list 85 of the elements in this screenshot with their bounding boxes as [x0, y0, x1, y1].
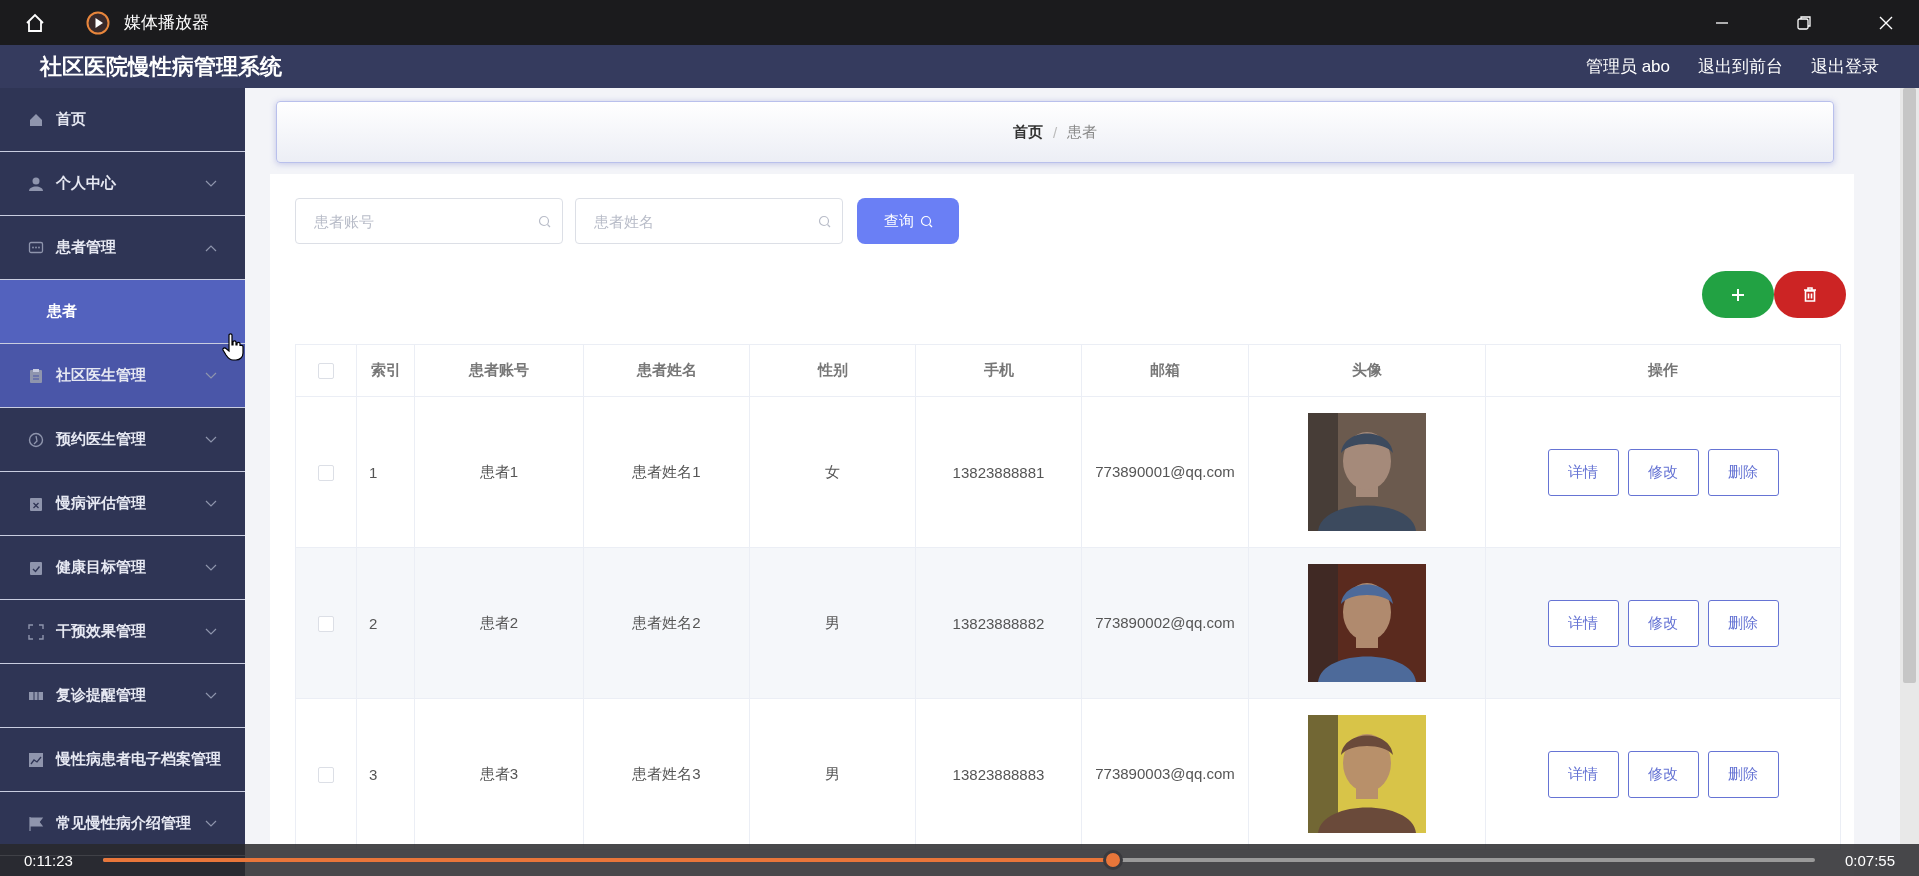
checkbox[interactable]: [318, 363, 334, 380]
table-cell: 2: [369, 614, 378, 632]
table-cell: 患者姓名3: [632, 764, 701, 782]
column-header: 索引: [356, 344, 415, 397]
hand-cursor-icon: [222, 333, 244, 361]
checkbox[interactable]: [318, 615, 334, 632]
menu-item[interactable]: 社区医生管理: [0, 344, 245, 408]
menu-item[interactable]: 慢性病患者电子档案管理: [0, 728, 245, 792]
table-cell: 男: [825, 613, 840, 631]
search-icon: [818, 215, 831, 228]
breadcrumb-item: 患者: [1067, 122, 1098, 142]
table-cell: 773890002@qq.com: [1095, 614, 1235, 631]
details-button[interactable]: 详情: [1547, 750, 1619, 798]
delete-button[interactable]: [1774, 271, 1846, 318]
table-cell: 女: [825, 462, 840, 480]
table-cell: 患者1: [479, 462, 519, 480]
table-cell: 患者3: [479, 764, 519, 782]
menu-icon: [28, 495, 44, 512]
play-icon: [86, 10, 110, 35]
table-cell: 13823888883: [952, 765, 1045, 783]
delete-button[interactable]: 删除: [1707, 599, 1779, 647]
menu-icon: [28, 431, 44, 448]
delete-button[interactable]: 删除: [1707, 448, 1779, 496]
menu-icon: [28, 559, 44, 576]
column-header: 患者姓名: [583, 344, 750, 397]
trash-icon: [1803, 287, 1817, 302]
menu-icon: [28, 623, 44, 640]
header-link[interactable]: 退出到前台: [1698, 55, 1783, 78]
column-header: 邮箱: [1081, 344, 1249, 397]
restore-icon[interactable]: [1796, 14, 1812, 31]
close-icon[interactable]: [1878, 14, 1894, 31]
column-header: 头像: [1248, 344, 1486, 397]
table-cell: 患者2: [479, 613, 519, 631]
menu-icon: [28, 239, 44, 256]
delete-button[interactable]: 删除: [1707, 750, 1779, 798]
search-icon: [919, 214, 933, 228]
menu-icon: [28, 367, 44, 384]
breadcrumb-item[interactable]: 首页: [1012, 122, 1043, 142]
menu-item[interactable]: 干预效果管理: [0, 600, 245, 664]
table-cell: 773890001@qq.com: [1095, 463, 1235, 480]
scrollbar[interactable]: [1900, 88, 1919, 844]
menu-item[interactable]: 预约医生管理: [0, 408, 245, 472]
menu-icon: [28, 751, 44, 768]
edit-button[interactable]: 修改: [1627, 750, 1699, 798]
user-menu-link[interactable]: 管理员 abo: [1585, 55, 1670, 78]
details-button[interactable]: 详情: [1547, 599, 1619, 647]
submenu-item[interactable]: 患者: [0, 280, 245, 344]
menu-item[interactable]: 慢病评估管理: [0, 472, 245, 536]
search-button[interactable]: 查询: [857, 198, 959, 244]
search-field[interactable]: 患者账号: [295, 198, 563, 244]
seek-slider[interactable]: [102, 850, 1815, 870]
menu-item[interactable]: 个人中心: [0, 152, 245, 216]
menu-icon: [28, 815, 44, 832]
add-button[interactable]: [1702, 271, 1774, 318]
table-cell: 男: [825, 764, 840, 782]
menu-item[interactable]: 首页: [0, 88, 245, 152]
menu-item[interactable]: 健康目标管理: [0, 536, 245, 600]
edit-button[interactable]: 修改: [1627, 448, 1699, 496]
table-cell: 患者姓名2: [632, 613, 701, 631]
header-link[interactable]: 退出登录: [1811, 55, 1879, 78]
remaining-time: 0:07:55: [1844, 851, 1895, 869]
table-cell: 13823888881: [952, 463, 1045, 481]
column-header: 患者账号: [414, 344, 584, 397]
search-icon: [538, 215, 551, 228]
app-title: 媒体播放器: [124, 12, 209, 34]
breadcrumb-separator: /: [1052, 123, 1058, 141]
column-header: 操作: [1485, 344, 1841, 397]
table-cell: 患者姓名1: [632, 462, 701, 480]
checkbox[interactable]: [318, 464, 334, 481]
table-cell: 1: [369, 463, 378, 481]
checkbox[interactable]: [318, 766, 334, 783]
table-cell: 773890003@qq.com: [1095, 765, 1235, 782]
system-title: 社区医院慢性病管理系统: [40, 52, 282, 81]
column-header: 手机: [915, 344, 1082, 397]
edit-button[interactable]: 修改: [1627, 599, 1699, 647]
table-cell: 3: [369, 765, 378, 783]
search-field[interactable]: 患者姓名: [575, 198, 843, 244]
menu-icon: [28, 175, 44, 192]
menu-item[interactable]: 复诊提醒管理: [0, 664, 245, 728]
table-cell: 13823888882: [952, 614, 1045, 632]
plus-icon: [1731, 287, 1745, 302]
menu-icon: [28, 111, 44, 128]
column-header: 性别: [749, 344, 916, 397]
home-icon[interactable]: [24, 11, 46, 34]
details-button[interactable]: 详情: [1547, 448, 1619, 496]
